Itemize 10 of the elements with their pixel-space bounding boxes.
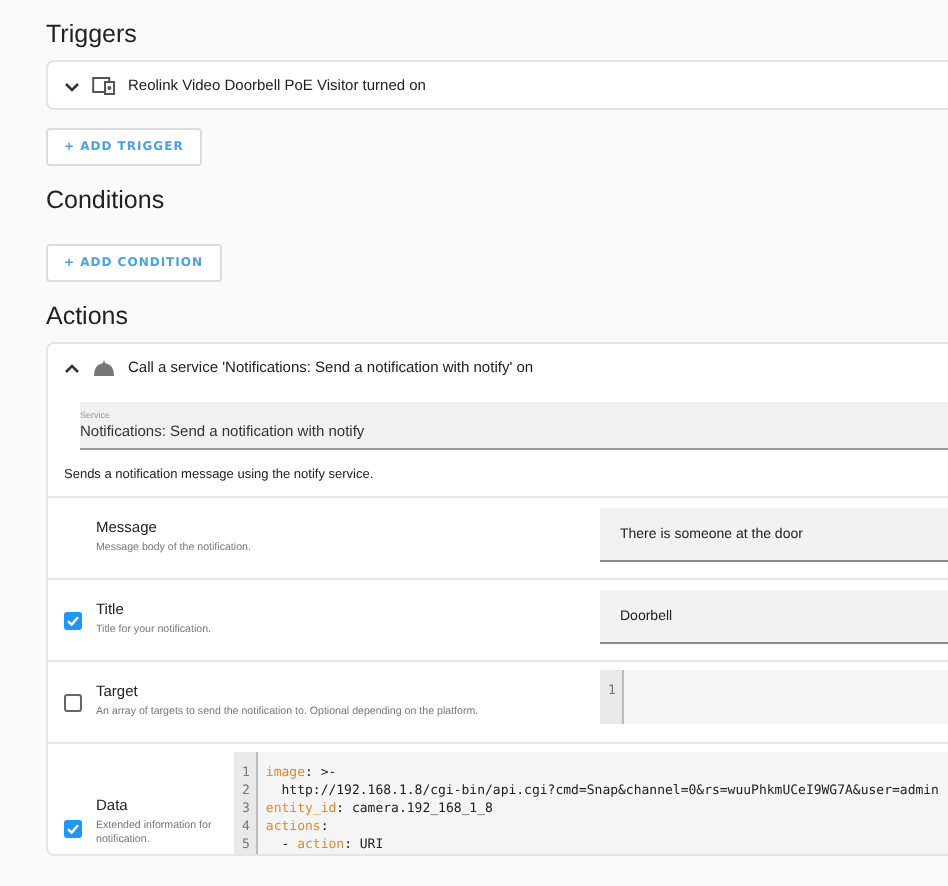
device-icon bbox=[92, 75, 116, 95]
expand-chevron-icon[interactable] bbox=[64, 77, 80, 93]
checkbox[interactable] bbox=[63, 820, 81, 838]
collapse-chevron-icon[interactable] bbox=[64, 359, 80, 375]
section-heading: Actions bbox=[46, 302, 128, 330]
checkbox[interactable] bbox=[63, 612, 81, 630]
section-heading: Conditions bbox=[46, 186, 165, 214]
checkbox[interactable] bbox=[63, 694, 81, 712]
section-heading: Triggers bbox=[46, 20, 137, 48]
bell-icon bbox=[92, 357, 116, 377]
